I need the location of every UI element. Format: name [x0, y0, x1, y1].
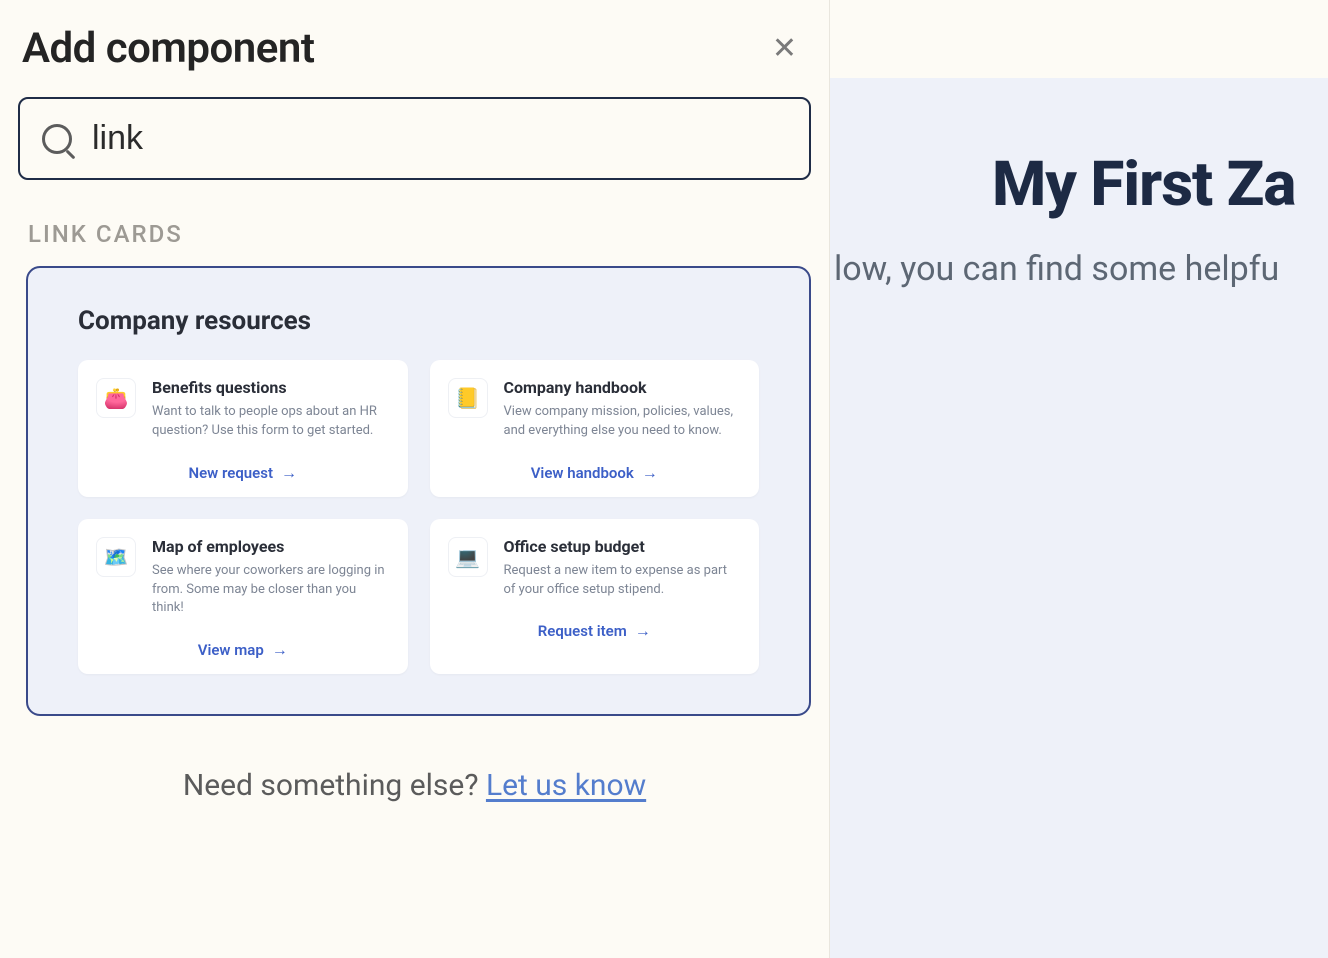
card-cta-label: View map: [198, 641, 264, 659]
card-desc: Want to talk to people ops about an HR q…: [152, 403, 390, 441]
panel-title: Add component: [22, 24, 314, 73]
card-desc: See where your coworkers are logging in …: [152, 562, 390, 619]
card-icon: 👛: [96, 378, 136, 418]
card-desc: Request a new item to expense as part of…: [504, 562, 742, 600]
preview-subtitle: low, you can find some helpfu: [834, 249, 1328, 289]
page-preview-pane: My First Za low, you can find some helpf…: [830, 0, 1328, 958]
cards-grid: 👛 Benefits questions Want to talk to peo…: [78, 360, 759, 674]
section-label-link-cards: LINK CARDS: [28, 220, 811, 248]
link-card-handbook[interactable]: 📒 Company handbook View company mission,…: [430, 360, 760, 497]
arrow-right-icon: →: [642, 463, 658, 483]
link-card-benefits[interactable]: 👛 Benefits questions Want to talk to peo…: [78, 360, 408, 497]
link-card-map[interactable]: 🗺️ Map of employees See where your cowor…: [78, 519, 408, 675]
search-input[interactable]: [92, 119, 787, 158]
card-cta[interactable]: View handbook →: [448, 463, 742, 483]
panel-header: Add component ✕: [18, 24, 811, 97]
card-cta[interactable]: View map →: [96, 640, 390, 660]
footer-text: Need something else?: [183, 768, 486, 803]
card-desc: View company mission, policies, values, …: [504, 403, 742, 441]
card-icon: 🗺️: [96, 537, 136, 577]
add-component-panel: Add component ✕ LINK CARDS Company resou…: [0, 0, 830, 958]
card-cta-label: New request: [189, 464, 274, 482]
search-field-wrap[interactable]: [18, 97, 811, 180]
card-title: Office setup budget: [504, 537, 742, 556]
card-cta-label: Request item: [538, 622, 627, 640]
card-icon: 💻: [448, 537, 488, 577]
arrow-right-icon: →: [281, 463, 297, 483]
arrow-right-icon: →: [635, 621, 651, 641]
card-cta[interactable]: New request →: [96, 463, 390, 483]
close-button[interactable]: ✕: [762, 30, 807, 68]
arrow-right-icon: →: [272, 640, 288, 660]
let-us-know-link[interactable]: Let us know: [486, 768, 646, 803]
result-title: Company resources: [78, 306, 759, 336]
card-icon: 📒: [448, 378, 488, 418]
search-icon: [42, 124, 72, 154]
card-cta[interactable]: Request item →: [448, 621, 742, 641]
preview-content: My First Za low, you can find some helpf…: [830, 78, 1328, 958]
link-card-office-budget[interactable]: 💻 Office setup budget Request a new item…: [430, 519, 760, 675]
link-cards-result[interactable]: Company resources 👛 Benefits questions W…: [26, 266, 811, 716]
card-title: Map of employees: [152, 537, 390, 556]
card-title: Benefits questions: [152, 378, 390, 397]
card-cta-label: View handbook: [531, 464, 634, 482]
footer-prompt: Need something else? Let us know: [18, 768, 811, 803]
card-title: Company handbook: [504, 378, 742, 397]
preview-title: My First Za: [992, 148, 1328, 221]
